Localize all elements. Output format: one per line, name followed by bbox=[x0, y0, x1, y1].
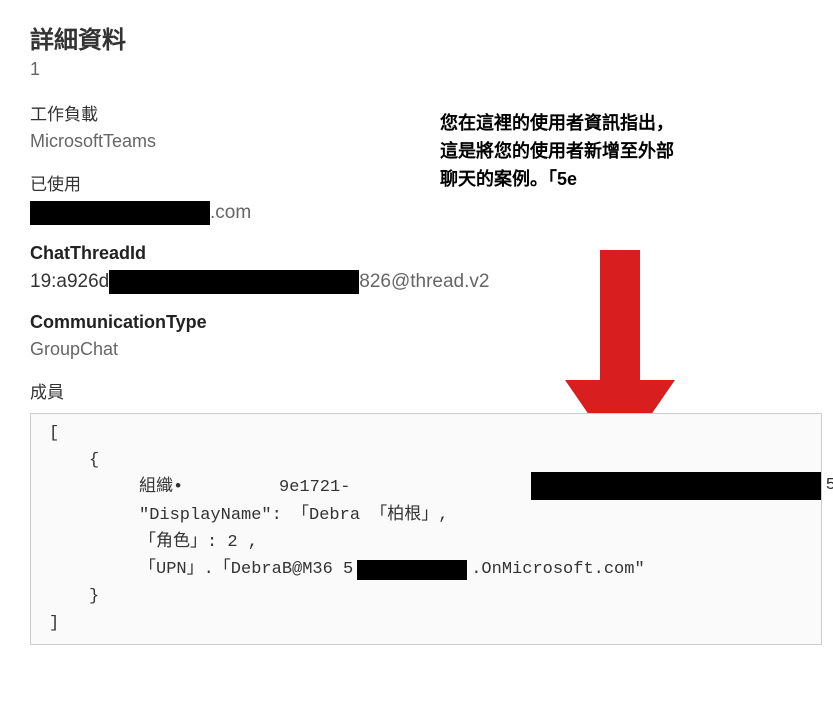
code-org-id: 9e1721- bbox=[279, 474, 350, 501]
members-code-block: [ { 組織• 9e1721- "DisplayName": 「Debra 「柏… bbox=[30, 413, 822, 645]
code-line-role: 「角色」: 2 , bbox=[49, 529, 803, 556]
field-workload: 工作負載 MicrosoftTeams bbox=[30, 100, 803, 152]
redaction-bar bbox=[30, 201, 210, 225]
code-upn-suffix: .OnMicrosoft.com" bbox=[471, 556, 644, 583]
code-upn-prefix: 「UPN」.「DebraB@M36 5 bbox=[139, 556, 353, 583]
members-label: 成員 bbox=[30, 378, 803, 403]
used-label: 已使用 bbox=[30, 170, 803, 195]
used-value: .com bbox=[30, 201, 803, 225]
field-commtype: CommunicationType GroupChat bbox=[30, 312, 803, 360]
redaction-trail-text: 5b bbox=[826, 472, 833, 499]
code-role: 「角色」: 2 , bbox=[139, 529, 258, 556]
commtype-label: CommunicationType bbox=[30, 312, 803, 333]
field-members: 成員 bbox=[30, 378, 803, 403]
chatthread-label: ChatThreadId bbox=[30, 243, 803, 264]
code-close-bracket: ] bbox=[49, 610, 803, 637]
field-used: 已使用 .com bbox=[30, 170, 803, 225]
used-suffix: .com bbox=[210, 202, 251, 224]
field-chatthread: ChatThreadId 19:a926d 826@thread.v2 bbox=[30, 243, 803, 294]
page-title: 詳細資料 bbox=[30, 20, 803, 55]
code-line-displayname: "DisplayName": 「Debra 「柏根」, bbox=[49, 502, 803, 529]
code-open-brace: { bbox=[49, 447, 803, 474]
page-number: 1 bbox=[30, 59, 803, 80]
annotation-text: 您在這裡的使用者資訊指出，這是將您的使用者新增至外部聊天的案例。「5e bbox=[440, 110, 680, 194]
workload-value: MicrosoftTeams bbox=[30, 131, 803, 152]
code-org-label: 組織• bbox=[139, 474, 279, 501]
chatthread-prefix: 19:a926d bbox=[30, 271, 109, 293]
redaction-bar bbox=[109, 270, 359, 294]
code-close-brace: } bbox=[49, 583, 803, 610]
chatthread-value: 19:a926d 826@thread.v2 bbox=[30, 270, 803, 294]
chatthread-suffix: 826@thread.v2 bbox=[359, 271, 489, 293]
commtype-value: GroupChat bbox=[30, 339, 803, 360]
code-displayname: "DisplayName": 「Debra 「柏根」, bbox=[139, 502, 448, 529]
redaction-bar-large bbox=[531, 472, 821, 500]
redaction-bar bbox=[357, 560, 467, 580]
code-open-bracket: [ bbox=[49, 420, 803, 447]
workload-label: 工作負載 bbox=[30, 100, 803, 125]
code-line-upn: 「UPN」.「DebraB@M36 5 .OnMicrosoft.com" bbox=[49, 556, 803, 583]
